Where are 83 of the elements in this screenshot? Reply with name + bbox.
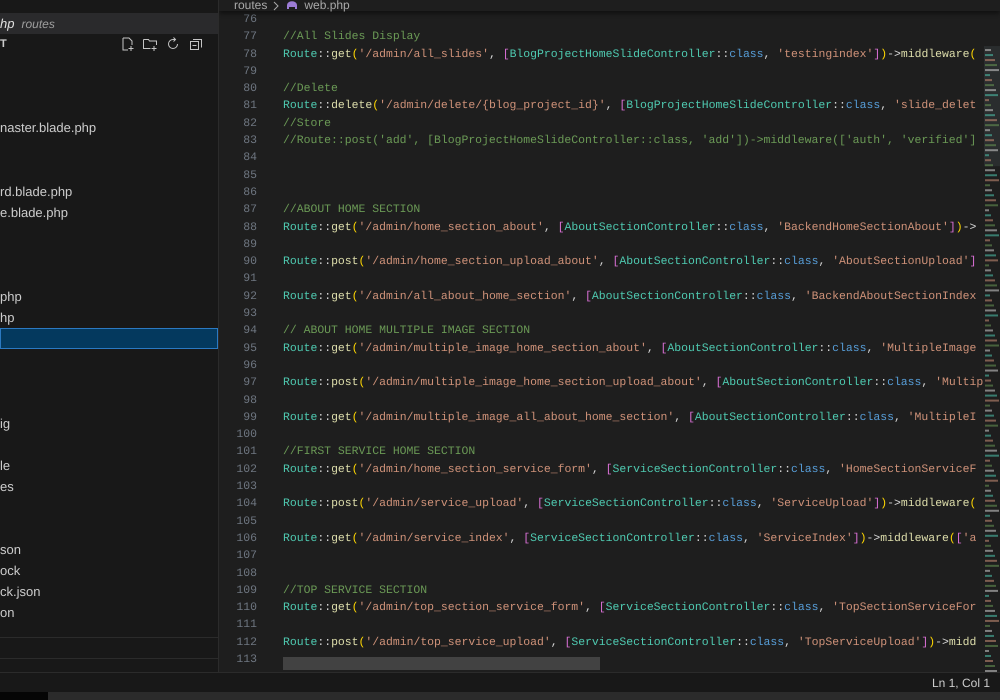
section-title: T	[0, 38, 7, 50]
line-number: 85	[242, 168, 257, 184]
tree-item[interactable]: son	[0, 539, 218, 560]
tree-item[interactable]: ock	[0, 560, 218, 582]
line-number: 81	[242, 98, 257, 114]
code-line: Route::get('/admin/home_section_service_form', [ServiceSectionController::class, 'HomeSectionServiceF	[283, 462, 976, 478]
tree-item[interactable]: ck.json	[0, 581, 218, 602]
code-line: Route::get('/admin/all_about_home_section', [AboutSectionController::class, 'BackendAboutSectionIndex	[283, 288, 976, 305]
line-number: 98	[242, 392, 257, 409]
code-line: Route::get('/admin/top_section_service_form', [ServiceSectionController::class, 'TopSectionServiceFor	[283, 600, 976, 616]
breadcrumb-item[interactable]: routes	[234, 0, 268, 11]
line-number: 78	[242, 46, 257, 63]
line-number: 88	[242, 220, 257, 236]
line-number: 100	[235, 427, 257, 444]
tree-item[interactable]: hp	[0, 307, 218, 328]
tree-item[interactable]: le	[0, 454, 218, 476]
line-number: 76	[242, 12, 257, 28]
code-line: //TOP SERVICE SECTION	[283, 582, 428, 599]
code-line: //Delete	[283, 81, 338, 98]
scrollbar-thumb[interactable]	[283, 657, 600, 670]
line-number: 109	[235, 582, 257, 599]
code-line: Route::delete('/admin/delete/{blog_project_id}', [BlogProjectHomeSlideController::class, 'slide_delet	[283, 98, 976, 114]
breadcrumb-item[interactable]: web.php	[304, 0, 350, 11]
line-number: 79	[242, 64, 257, 80]
line-number: 105	[235, 514, 257, 530]
php-file-icon	[285, 0, 300, 10]
line-number: 110	[235, 600, 257, 616]
code-line: Route::get('/admin/home_section_about', [AboutSectionController::class, 'BackendHomeSectionAbout'])->	[283, 220, 976, 236]
line-number: 108	[235, 566, 257, 582]
code-line: Route::post('/admin/home_section_upload_about', [AboutSectionController::class, 'AboutSectionUpload']	[283, 254, 976, 270]
code-line: // ABOUT HOME MULTIPLE IMAGE SECTION	[283, 323, 530, 340]
tree-item[interactable]: naster.blade.php	[0, 117, 218, 138]
line-number: 94	[242, 323, 257, 340]
line-number: 95	[242, 340, 257, 357]
line-number: 102	[235, 462, 257, 478]
code-line: Route::get('/admin/all_slides', [BlogProjectHomeSlideController::class, 'testingindex'])->middleware(	[283, 46, 976, 63]
collapse-icon[interactable]	[188, 36, 204, 52]
line-number: 111	[235, 617, 257, 634]
code-line: //FIRST SERVICE HOME SECTION	[283, 444, 476, 460]
code-line: Route::get('/admin/service_index', [ServiceSectionController::class, 'ServiceIndex'])->middleware(['a	[283, 530, 976, 547]
line-number: 93	[242, 306, 257, 322]
line-number: 103	[235, 479, 257, 496]
code-line: Route::post('/admin/service_upload', [ServiceSectionController::class, 'ServiceUpload'])->middleware(	[283, 496, 976, 512]
line-number: 92	[242, 288, 257, 305]
line-number: 82	[242, 116, 257, 132]
code-line: Route::get('/admin/multiple_image_all_about_home_section', [AboutSectionController::class, 'MultipleI	[283, 410, 976, 426]
line-number: 83	[242, 133, 257, 150]
tree-item[interactable]: ig	[0, 412, 218, 434]
chevron-icon	[272, 0, 280, 10]
cursor-position[interactable]: Ln 1, Col 1	[932, 676, 990, 690]
code-line: //Route::post('add', [BlogProjectHomeSlideController::class, 'add'])->middleware(['auth', 'verified']	[283, 133, 976, 150]
line-number: 99	[242, 410, 257, 426]
line-number: 96	[242, 358, 257, 374]
code-line: //All Slides Display	[283, 29, 420, 46]
line-number: 91	[242, 271, 257, 288]
open-editor-item[interactable]: hp routes	[0, 13, 218, 34]
line-number: 113	[235, 652, 257, 668]
line-number: 104	[235, 496, 257, 512]
line-number: 89	[242, 236, 257, 253]
tree-item[interactable]: on	[0, 602, 218, 624]
code-line: Route::post('/admin/multiple_image_home_section_upload_about', [AboutSectionController::class, 'Multip	[283, 375, 984, 392]
line-number: 80	[242, 81, 257, 98]
line-number: 87	[242, 202, 257, 218]
code-line: Route::get('/admin/multiple_image_home_section_about', [AboutSectionController::class, 'MultipleImage	[283, 340, 976, 357]
tree-item[interactable]	[0, 328, 218, 350]
line-number: 106	[235, 530, 257, 547]
line-number: 90	[242, 254, 257, 270]
tree-item[interactable]: es	[0, 476, 218, 497]
line-number: 101	[235, 444, 257, 460]
new-folder-icon[interactable]	[142, 36, 158, 52]
code-line: Route::post('/admin/top_service_upload', [ServiceSectionController::class, 'TopServiceUpload'])->midd	[283, 634, 976, 651]
tree-item[interactable]: e.blade.php	[0, 202, 218, 223]
line-number: 112	[235, 634, 257, 651]
line-number: 97	[242, 375, 257, 392]
tree-item[interactable]: rd.blade.php	[0, 180, 218, 202]
line-number: 107	[235, 548, 257, 564]
line-number: 84	[242, 150, 257, 166]
refresh-icon[interactable]	[165, 36, 181, 52]
line-number: 86	[242, 184, 257, 201]
code-line: //Store	[283, 116, 332, 132]
code-line: //ABOUT HOME SECTION	[283, 202, 420, 218]
line-number: 77	[242, 29, 257, 46]
tree-item[interactable]: php	[0, 286, 218, 308]
